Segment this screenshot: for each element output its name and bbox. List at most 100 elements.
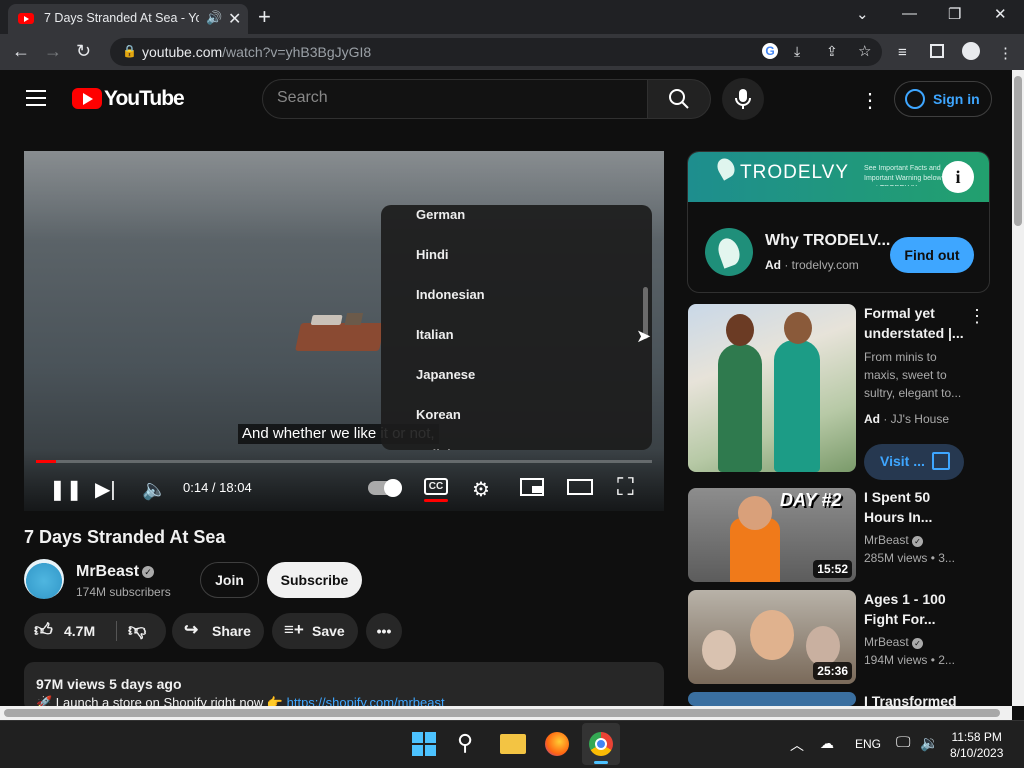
suggestion-thumbnail[interactable]: 25:36 bbox=[688, 590, 856, 684]
subscribe-button[interactable]: Subscribe bbox=[267, 562, 362, 598]
like-dislike-bar: 👍︎ 4.7M 👎︎ bbox=[24, 613, 166, 649]
voice-search-button[interactable] bbox=[722, 78, 764, 120]
miniplayer-icon[interactable] bbox=[520, 478, 544, 496]
address-bar[interactable]: 🔒 youtube.com/watch?v=yhB3BgJyGI8 G ⤓ ⇪ … bbox=[110, 38, 882, 66]
channel-name[interactable]: MrBeast bbox=[76, 563, 139, 581]
channel-avatar[interactable] bbox=[24, 559, 64, 599]
lock-icon[interactable]: 🔒 bbox=[122, 44, 137, 58]
progress-fill bbox=[36, 460, 56, 463]
suggestion-title[interactable]: Formal yet understated |... bbox=[864, 303, 964, 343]
suggestion-channel[interactable]: MrBeast ✓ bbox=[864, 633, 924, 651]
show-hidden-icons-icon[interactable]: ︿ bbox=[790, 735, 804, 755]
search-input[interactable] bbox=[277, 89, 617, 107]
subtitle-language-item[interactable]: Italian bbox=[416, 327, 454, 342]
subtitle-language-item[interactable]: Korean bbox=[416, 407, 461, 422]
firefox-icon[interactable] bbox=[545, 732, 569, 756]
search-button[interactable] bbox=[647, 79, 711, 119]
monitor-icon[interactable]: 🖵 bbox=[896, 734, 910, 751]
settings-gear-icon[interactable]: ⚙ bbox=[472, 477, 490, 502]
subtitle-language-item[interactable]: German bbox=[416, 207, 465, 222]
suggestion-title[interactable]: I Spent 50 Hours In... bbox=[864, 487, 932, 527]
pause-icon[interactable]: ❚❚ bbox=[49, 477, 83, 502]
input-language[interactable]: ENG bbox=[855, 737, 881, 751]
file-explorer-icon[interactable] bbox=[500, 734, 526, 754]
subtitles-button[interactable]: CC bbox=[424, 478, 448, 495]
like-count[interactable]: 4.7M bbox=[64, 623, 95, 639]
suggestion-description: From minis to maxis, sweet to sultry, eleg… bbox=[864, 350, 962, 400]
windows-start-icon[interactable] bbox=[412, 732, 436, 756]
suggestion-thumbnail[interactable] bbox=[688, 692, 856, 706]
install-app-icon[interactable]: ⤓ bbox=[794, 43, 800, 60]
suggestion-thumbnail[interactable] bbox=[688, 304, 856, 472]
video-title: 7 Days Stranded At Sea bbox=[24, 527, 226, 547]
chrome-taskbar-button[interactable] bbox=[582, 723, 620, 765]
autoplay-toggle[interactable] bbox=[368, 479, 402, 497]
window-close-button[interactable]: ✕ bbox=[994, 5, 1007, 23]
bookmark-star-icon[interactable]: ☆ bbox=[858, 42, 871, 60]
verified-badge-icon: ✓ bbox=[912, 536, 924, 547]
tab-search-icon[interactable]: ⌄ bbox=[856, 5, 869, 23]
google-lens-icon[interactable]: G bbox=[762, 43, 778, 59]
suggestion-thumbnail[interactable]: DAY #2 15:52 bbox=[688, 488, 856, 582]
ad-banner-brand: TRODELVY bbox=[740, 162, 850, 183]
media-controls-icon[interactable]: ≡ bbox=[898, 44, 907, 61]
visit-button[interactable]: Visit ... bbox=[864, 444, 964, 480]
new-tab-button[interactable]: + bbox=[258, 4, 271, 30]
find-out-button[interactable]: Find out bbox=[890, 237, 974, 273]
forward-button[interactable]: → bbox=[44, 41, 62, 62]
share-page-icon[interactable]: ⇪ bbox=[826, 43, 838, 60]
network-status-icon[interactable]: ☁ bbox=[820, 735, 834, 752]
theater-mode-icon[interactable] bbox=[567, 479, 593, 495]
tab-title: 7 Days Stranded At Sea - YouTube bbox=[44, 11, 199, 25]
ad-banner[interactable]: TRODELVY See Important Facts and Importa… bbox=[688, 152, 989, 202]
suggestion-channel[interactable]: MrBeast ✓ bbox=[864, 531, 924, 549]
progress-bar[interactable] bbox=[36, 460, 652, 463]
youtube-logo-text[interactable]: YouTube bbox=[104, 87, 185, 111]
ad-title[interactable]: Why TRODELV... bbox=[765, 232, 890, 250]
share-button[interactable]: ↪ Share bbox=[172, 613, 264, 649]
horizontal-scrollbar[interactable] bbox=[0, 706, 1012, 720]
volume-tray-icon[interactable]: 🔉 bbox=[920, 734, 939, 752]
subtitle-language-item[interactable]: Japanese bbox=[416, 367, 475, 382]
search-icon bbox=[669, 89, 689, 109]
restore-button[interactable]: ❐ bbox=[948, 5, 961, 23]
view-count-date: 97M views 5 days ago bbox=[36, 676, 182, 692]
ad-logo[interactable] bbox=[705, 228, 753, 276]
chrome-menu-icon[interactable]: ⋮ bbox=[998, 44, 1013, 62]
url-text[interactable]: youtube.com/watch?v=yhB3BgJyGI8 bbox=[142, 44, 371, 60]
thumbs-up-icon[interactable]: 👍︎ bbox=[34, 619, 53, 641]
fullscreen-icon[interactable]: ⛶ bbox=[617, 474, 634, 502]
join-button[interactable]: Join bbox=[200, 562, 259, 598]
subtitle-language-item[interactable]: Hindi bbox=[416, 247, 449, 262]
reload-button[interactable]: ↻ bbox=[76, 41, 91, 62]
browser-tab[interactable]: 7 Days Stranded At Sea - YouTube 🔊 ✕ bbox=[8, 4, 248, 34]
youtube-logo-icon[interactable] bbox=[72, 88, 102, 109]
side-panel-icon[interactable] bbox=[930, 44, 944, 58]
suggestion-title[interactable]: I Transformed bbox=[864, 691, 957, 706]
ad-card[interactable]: TRODELVY See Important Facts and Importa… bbox=[687, 151, 990, 293]
back-button[interactable]: ← bbox=[12, 41, 30, 62]
hamburger-menu-icon[interactable] bbox=[26, 90, 46, 106]
thumbs-down-icon[interactable]: 👎︎ bbox=[128, 619, 146, 641]
tab-audio-icon[interactable]: 🔊 bbox=[206, 10, 222, 26]
profile-icon[interactable] bbox=[962, 42, 980, 60]
vertical-scrollbar[interactable] bbox=[1012, 70, 1024, 706]
video-frame-raft bbox=[295, 313, 385, 351]
minimize-button[interactable]: — bbox=[902, 5, 917, 22]
description-box[interactable]: 97M views 5 days ago 🚀 Launch a store on… bbox=[24, 662, 664, 712]
subtitle-language-item[interactable]: Polish bbox=[416, 447, 455, 450]
subtitle-language-item[interactable]: Indonesian bbox=[416, 287, 485, 302]
volume-icon[interactable]: 🔈 bbox=[142, 477, 167, 502]
sign-in-button[interactable]: Sign in bbox=[894, 81, 992, 117]
system-clock[interactable]: 11:58 PM 8/10/2023 bbox=[950, 729, 1003, 761]
taskbar-search-icon[interactable]: ⚲ bbox=[457, 730, 473, 756]
suggestion-more-icon[interactable]: ⋮ bbox=[968, 306, 986, 327]
save-button[interactable]: ≡+ Save bbox=[272, 613, 358, 649]
suggestion-title[interactable]: Ages 1 - 100 Fight For... bbox=[864, 589, 946, 629]
settings-more-icon[interactable]: ⋮ bbox=[860, 88, 880, 113]
ad-info-icon[interactable]: i bbox=[942, 161, 974, 193]
next-video-icon[interactable]: ▶| bbox=[95, 477, 116, 502]
search-box[interactable] bbox=[262, 79, 648, 119]
tab-close-icon[interactable]: ✕ bbox=[228, 9, 241, 29]
more-actions-button[interactable]: ••• bbox=[366, 613, 402, 649]
